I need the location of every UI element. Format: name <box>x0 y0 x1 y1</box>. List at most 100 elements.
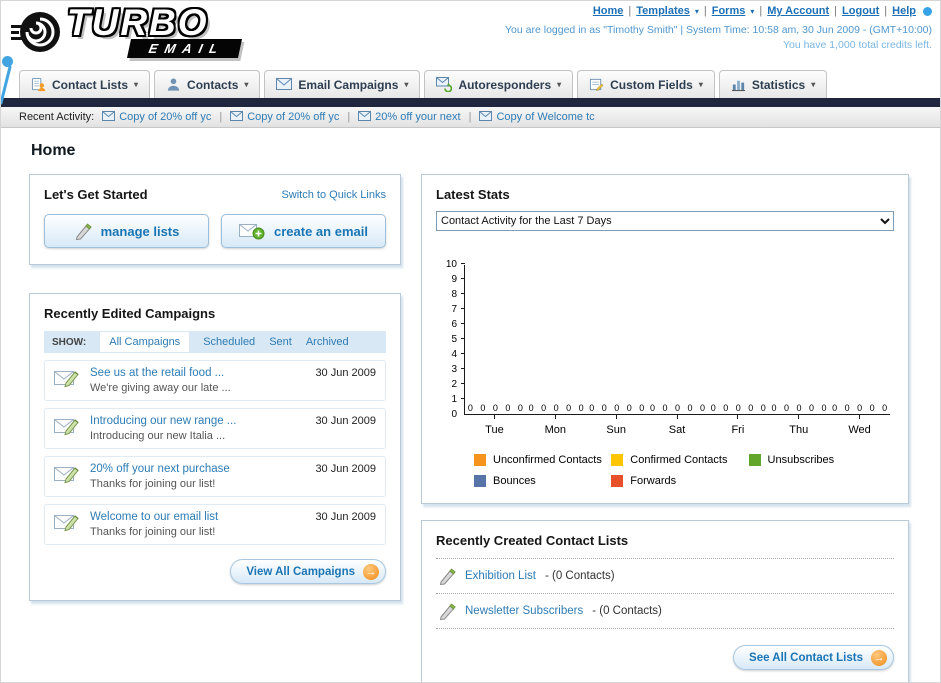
legend-label: Bounces <box>493 475 536 487</box>
recent-activity-link[interactable]: Copy of 20% off yc <box>247 111 339 123</box>
campaign-row[interactable]: See us at the retail food ... We're givin… <box>44 360 386 401</box>
bar-value-labels: 0 0 0 0 0 <box>650 403 706 413</box>
latest-stats-panel: Latest Stats Contact Activity for the La… <box>421 174 909 504</box>
top-link-my-account[interactable]: My Account <box>767 5 829 17</box>
recent-activity-label: Recent Activity: <box>19 111 95 123</box>
campaign-link[interactable]: See us at the retail food ... <box>90 367 305 379</box>
campaign-text: See us at the retail food ... We're givin… <box>90 367 305 394</box>
top-link-home[interactable]: Home <box>593 5 624 17</box>
chart-y-axis: 0 1 2 3 4 5 6 7 8 9 10 <box>440 260 464 420</box>
main-content: Home Let's Get Started Switch to Quick L… <box>1 128 940 682</box>
x-tick <box>676 415 678 419</box>
top-link-forms[interactable]: Forms <box>712 5 746 17</box>
campaign-list: See us at the retail food ... We're givin… <box>44 360 386 545</box>
x-tick-label: Fri <box>707 415 768 438</box>
envelope-icon <box>230 110 244 124</box>
campaign-date: 30 Jun 2009 <box>315 415 376 427</box>
view-all-campaigns-button[interactable]: View All Campaigns → <box>230 559 386 584</box>
contact-list-row[interactable]: Newsletter Subscribers - (0 Contacts) <box>436 594 894 629</box>
tab-autoresponders[interactable]: Autoresponders ▾ <box>424 70 574 98</box>
x-tick-label: Mon <box>525 415 586 438</box>
contact-lists-icon <box>31 77 46 92</box>
chart-group-fri: 0 0 0 0 0 <box>708 265 769 414</box>
contact-list-row[interactable]: Exhibition List - (0 Contacts) <box>436 559 894 594</box>
credits-info: You have 1,000 total credits left. <box>782 39 932 51</box>
filter-tab-archived[interactable]: Archived <box>306 336 349 348</box>
stats-period-select[interactable]: Contact Activity for the Last 7 Days <box>436 211 894 231</box>
pencil-icon <box>438 567 456 585</box>
x-tick-label: Sat <box>647 415 708 438</box>
logo-text: TURBO EMAIL <box>67 4 243 58</box>
x-tick <box>798 415 800 419</box>
chart-x-axis: Tue Mon Sun Sat Fri Thu Wed <box>464 415 890 438</box>
campaign-filter-bar: SHOW: All Campaigns Scheduled Sent Archived <box>44 331 386 353</box>
top-link-logout[interactable]: Logout <box>842 5 879 17</box>
x-tick <box>615 415 617 419</box>
legend-label: Unconfirmed Contacts <box>493 454 602 466</box>
y-tick-label: 2 <box>451 379 457 390</box>
x-tick-label: Thu <box>768 415 829 438</box>
recent-activity-link[interactable]: Copy of 20% off yc <box>119 111 211 123</box>
custom-fields-icon <box>589 77 604 92</box>
campaign-subtitle: We're giving away our late ... <box>90 382 231 394</box>
filter-tab-all-campaigns[interactable]: All Campaigns <box>100 332 190 352</box>
switch-to-quick-links[interactable]: Switch to Quick Links <box>281 189 386 201</box>
right-column: Latest Stats Contact Activity for the La… <box>421 174 909 682</box>
envelope-pencil-icon <box>54 367 80 389</box>
y-tick <box>461 263 465 264</box>
legend-label: Unsubscribes <box>767 454 835 466</box>
manage-lists-button[interactable]: manage lists <box>44 214 209 248</box>
tab-label: Contact Lists <box>52 77 129 92</box>
chart-group-tue: 0 0 0 0 0 <box>465 265 526 414</box>
get-started-panel: Let's Get Started Switch to Quick Links … <box>29 174 401 265</box>
filter-tab-sent[interactable]: Sent <box>269 336 292 348</box>
contact-list-items: Exhibition List - (0 Contacts) Newsletter … <box>436 558 894 629</box>
campaign-link[interactable]: 20% off your next purchase <box>90 463 305 475</box>
nav-tabs: Contact Lists ▾ Contacts ▾ Email Campaigns ▾ A… <box>1 67 940 98</box>
contact-list-link[interactable]: Newsletter Subscribers <box>465 605 583 617</box>
autoresponders-icon <box>436 77 453 92</box>
left-column: Let's Get Started Switch to Quick Links … <box>29 174 401 601</box>
top-link-templates[interactable]: Templates <box>636 5 690 17</box>
contact-list-detail: - (0 Contacts) <box>544 570 615 582</box>
bar-value-labels: 0 0 0 0 0 <box>832 403 888 413</box>
x-tick <box>554 415 556 419</box>
legend-swatch <box>611 475 624 487</box>
create-email-button[interactable]: create an email <box>221 214 386 248</box>
legend-item-forwards: Forwards <box>611 475 748 487</box>
campaign-row[interactable]: 20% off your next purchase Thanks for joi… <box>44 456 386 497</box>
campaign-link[interactable]: Introducing our new range ... <box>90 415 305 427</box>
campaign-row[interactable]: Welcome to our email list Thanks for join… <box>44 504 386 545</box>
campaign-subtitle: Thanks for joining our list! <box>90 478 216 490</box>
recent-activity-bar: Recent Activity: Copy of 20% off yc | Copy… <box>1 107 940 128</box>
campaign-link[interactable]: Welcome to our email list <box>90 511 305 523</box>
x-tick-label: Sun <box>586 415 647 438</box>
see-all-contact-lists-button[interactable]: See All Contact Lists → <box>733 645 894 670</box>
statistics-icon <box>731 77 746 92</box>
tab-statistics[interactable]: Statistics ▾ <box>718 70 828 98</box>
y-tick-label: 7 <box>451 304 457 315</box>
page-title: Home <box>31 142 76 159</box>
envelope-plus-icon <box>239 222 265 240</box>
envelope-icon <box>102 110 116 124</box>
bar-value-labels: 0 0 0 0 0 <box>467 403 523 413</box>
tab-contact-lists[interactable]: Contact Lists ▾ <box>19 70 151 98</box>
tab-contacts[interactable]: Contacts ▾ <box>154 70 261 98</box>
campaign-row[interactable]: Introducing our new range ... Introducing… <box>44 408 386 449</box>
recent-activity-link[interactable]: 20% off your next <box>375 111 460 123</box>
legend-item-unsubscribes: Unsubscribes <box>748 454 886 466</box>
tab-email-campaigns[interactable]: Email Campaigns ▾ <box>264 70 421 98</box>
y-tick-label: 5 <box>451 334 457 345</box>
recent-activity-link[interactable]: Copy of Welcome tc <box>496 111 594 123</box>
tab-custom-fields[interactable]: Custom Fields ▾ <box>577 70 715 98</box>
legend-label: Confirmed Contacts <box>630 454 728 466</box>
contact-list-link[interactable]: Exhibition List <box>465 570 536 582</box>
email-campaigns-icon <box>276 78 293 91</box>
tab-label: Statistics <box>751 77 806 92</box>
app-window: TURBO EMAIL Home | Templates ▾ | Forms ▾ | My Ac… <box>0 0 941 683</box>
y-tick-label: 0 <box>451 409 457 420</box>
contacts-icon <box>166 77 181 92</box>
filter-tab-scheduled[interactable]: Scheduled <box>203 336 255 348</box>
header-right: Home | Templates ▾ | Forms ▾ | My Account | Logout… <box>505 5 932 51</box>
top-link-help[interactable]: Help <box>892 5 916 17</box>
